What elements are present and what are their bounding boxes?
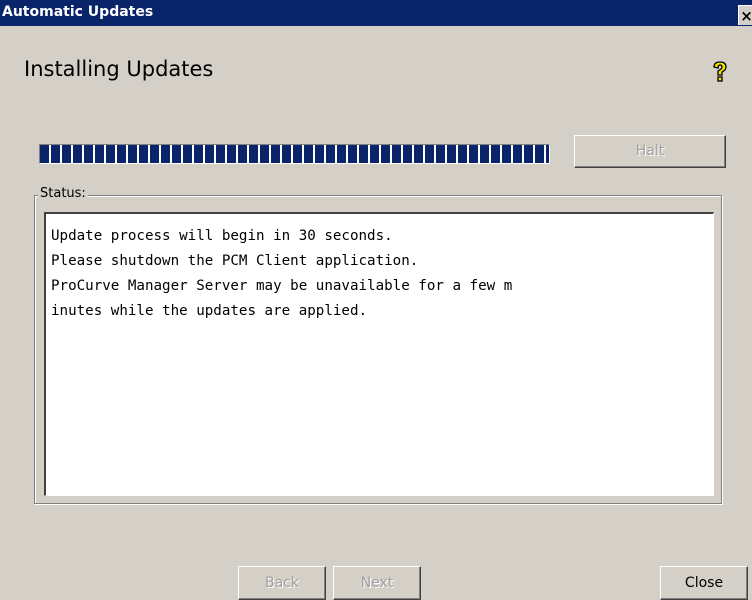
status-line: Update process will begin in 30 seconds.: [51, 228, 393, 244]
status-line: ProCurve Manager Server may be unavailab…: [51, 278, 513, 294]
window-title: Automatic Updates: [2, 4, 154, 20]
next-button[interactable]: Next: [333, 566, 421, 600]
progress-bar: [39, 144, 550, 164]
status-line: Please shutdown the PCM Client applicati…: [51, 253, 419, 269]
halt-button[interactable]: Halt: [574, 135, 726, 168]
page-title: Installing Updates: [24, 57, 214, 81]
back-button[interactable]: Back: [238, 566, 326, 600]
status-line: inutes while the updates are applied.: [51, 303, 368, 319]
help-question-icon[interactable]: [710, 60, 730, 82]
title-bar: Automatic Updates ×: [0, 0, 752, 26]
status-text-area[interactable]: Update process will begin in 30 seconds.…: [44, 212, 714, 496]
progress-fill: [40, 145, 549, 163]
status-label: Status:: [38, 186, 88, 201]
window-close-button[interactable]: ×: [738, 5, 752, 25]
close-button[interactable]: Close: [660, 566, 748, 600]
